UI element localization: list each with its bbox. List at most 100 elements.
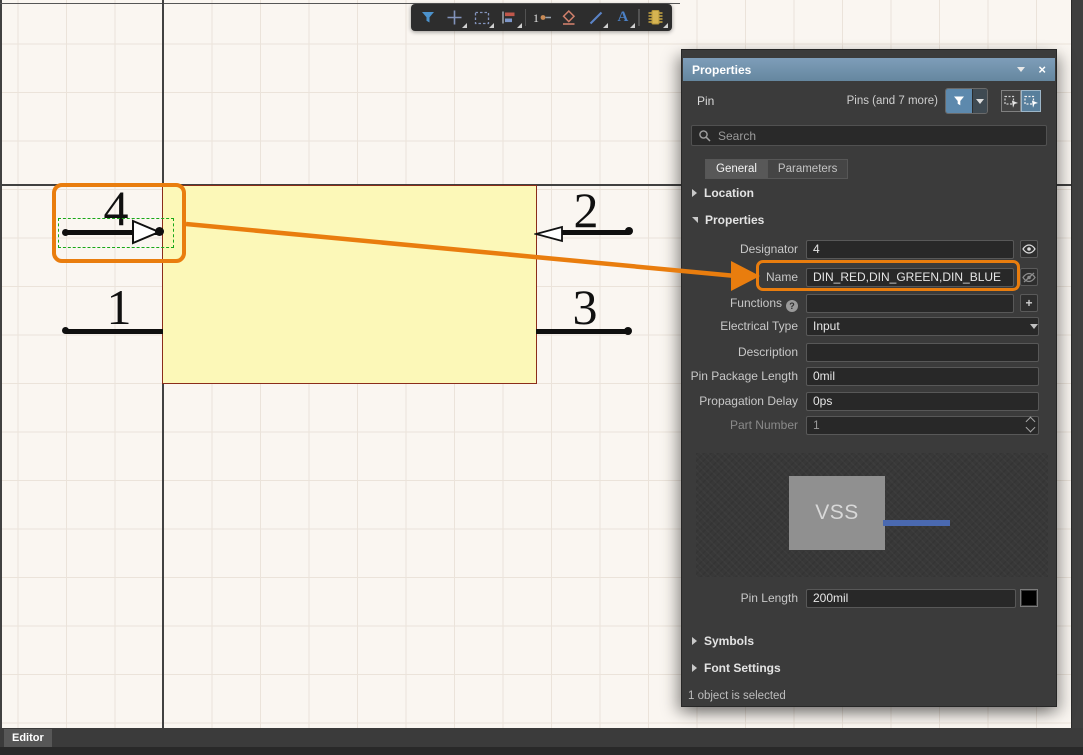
object-type-label: Pin — [697, 94, 714, 108]
preview-symbol-text: VSS — [815, 501, 859, 525]
search-input[interactable] — [691, 125, 1047, 146]
application-window: 4 1 2 3 — [0, 0, 1083, 755]
pin-length-field[interactable]: 200mil — [806, 589, 1016, 608]
dropdown-corner — [517, 23, 522, 28]
panel-menu-caret-icon[interactable] — [1017, 67, 1025, 72]
place-line-button[interactable] — [582, 6, 609, 29]
pin-1-number: 1 — [97, 282, 141, 332]
section-properties-label: Properties — [705, 213, 764, 227]
dropdown-corner — [603, 23, 608, 28]
pin-3-number: 3 — [563, 282, 607, 332]
part-number-spinner[interactable] — [1027, 418, 1034, 431]
filter-icon — [420, 10, 436, 25]
pin-package-length-field[interactable]: 0mil — [806, 367, 1039, 386]
pin-2-number: 2 — [564, 185, 608, 235]
electrical-type-row: Electrical Type Input — [682, 317, 1056, 337]
part-number-label: Part Number — [682, 416, 798, 435]
place-ieee-symbol-button[interactable] — [555, 6, 582, 29]
propagation-delay-row: Propagation Delay 0ps — [682, 392, 1056, 412]
pin-2-end-dot — [625, 227, 633, 235]
bottom-strip — [0, 747, 1083, 755]
filter-tool-button[interactable] — [414, 6, 441, 29]
place-pin-button[interactable]: 1 — [528, 6, 555, 29]
functions-row: Functions? + — [682, 294, 1056, 314]
search-icon — [698, 129, 712, 143]
place-part-button[interactable] — [642, 6, 669, 29]
dropdown-corner — [489, 23, 494, 28]
pin-color-swatch[interactable] — [1020, 589, 1038, 607]
select-overlapping-button[interactable] — [1001, 90, 1021, 112]
pin-1-end-dot — [62, 327, 69, 334]
propagation-delay-label: Propagation Delay — [682, 392, 798, 411]
select-inside-icon — [1024, 95, 1039, 108]
component-body[interactable] — [162, 185, 537, 384]
collapsed-arrow-icon — [692, 637, 697, 645]
document-bar: Editor — [0, 728, 1083, 747]
preview-symbol-body: VSS — [789, 476, 885, 550]
select-overlapping-icon — [1004, 95, 1019, 108]
pin-preview: VSS — [696, 453, 1048, 577]
eye-slash-icon — [1022, 272, 1036, 283]
section-location-label: Location — [704, 186, 754, 200]
pin-length-label: Pin Length — [682, 589, 798, 608]
section-symbols[interactable]: Symbols — [682, 630, 1056, 652]
description-row: Description — [682, 343, 1056, 363]
part-number-stepper[interactable]: 1 — [806, 416, 1039, 435]
description-label: Description — [682, 343, 798, 362]
object-mode-row: Pin Pins (and 7 more) — [682, 88, 1056, 114]
functions-field[interactable] — [806, 294, 1014, 313]
filter-scope-caret[interactable] — [972, 89, 987, 113]
line-icon — [588, 10, 604, 26]
pin-package-length-label: Pin Package Length — [682, 367, 798, 386]
filter-scope-button[interactable] — [946, 89, 972, 113]
designator-visibility-button[interactable] — [1020, 240, 1038, 258]
help-icon[interactable]: ? — [786, 300, 798, 312]
panel-title: Properties — [692, 63, 751, 77]
part-icon — [647, 8, 664, 27]
name-field-highlight — [756, 260, 1020, 291]
selection-mode-group — [1001, 90, 1041, 112]
select-inside-button[interactable] — [1021, 90, 1041, 112]
description-field[interactable] — [806, 343, 1039, 362]
search-box — [691, 125, 1047, 146]
section-font-settings[interactable]: Font Settings — [682, 657, 1056, 679]
properties-panel: Properties × Pin Pins (and 7 more) — [682, 50, 1056, 706]
designator-label: Designator — [682, 240, 798, 259]
designator-field[interactable]: 4 — [806, 240, 1014, 259]
editor-tab[interactable]: Editor — [4, 729, 52, 747]
dropdown-corner — [630, 23, 635, 28]
propagation-delay-field[interactable]: 0ps — [806, 392, 1039, 411]
funnel-icon — [953, 95, 965, 107]
panel-tabs: General Parameters — [705, 159, 848, 179]
designator-row: Designator 4 — [682, 240, 1056, 260]
expanded-arrow-icon — [692, 217, 698, 223]
toolbar-separator — [525, 9, 526, 26]
pin-number-icon: 1 — [532, 10, 552, 25]
panel-header[interactable]: Properties × — [683, 58, 1055, 81]
collapsed-arrow-icon — [692, 189, 697, 197]
align-tool-button[interactable] — [495, 6, 522, 29]
pin-length-row: Pin Length 200mil — [682, 589, 1056, 609]
add-function-button[interactable]: + — [1020, 294, 1038, 312]
preview-pin-line — [883, 520, 950, 526]
section-location[interactable]: Location — [682, 182, 1056, 204]
drawing-toolbar: 1 A — [411, 4, 672, 31]
place-text-button[interactable]: A — [609, 6, 636, 29]
section-properties[interactable]: Properties — [682, 209, 1056, 231]
electrical-type-dropdown[interactable]: Input — [806, 317, 1039, 336]
align-icon — [501, 10, 517, 25]
filter-scope-split-button[interactable] — [945, 88, 988, 114]
collapsed-arrow-icon — [692, 664, 697, 672]
eye-icon — [1022, 244, 1036, 254]
selection-tool-button[interactable] — [468, 6, 495, 29]
chevron-down-icon — [1030, 324, 1038, 329]
svg-text:1: 1 — [533, 11, 539, 25]
selection-scope-label: Pins (and 7 more) — [847, 95, 938, 107]
pin-package-length-row: Pin Package Length 0mil — [682, 367, 1056, 387]
tab-parameters[interactable]: Parameters — [768, 159, 848, 179]
section-font-settings-label: Font Settings — [704, 661, 781, 675]
name-visibility-button[interactable] — [1020, 268, 1038, 286]
tab-general[interactable]: General — [705, 159, 768, 179]
panel-close-icon[interactable]: × — [1038, 63, 1046, 76]
move-tool-button[interactable] — [441, 6, 468, 29]
